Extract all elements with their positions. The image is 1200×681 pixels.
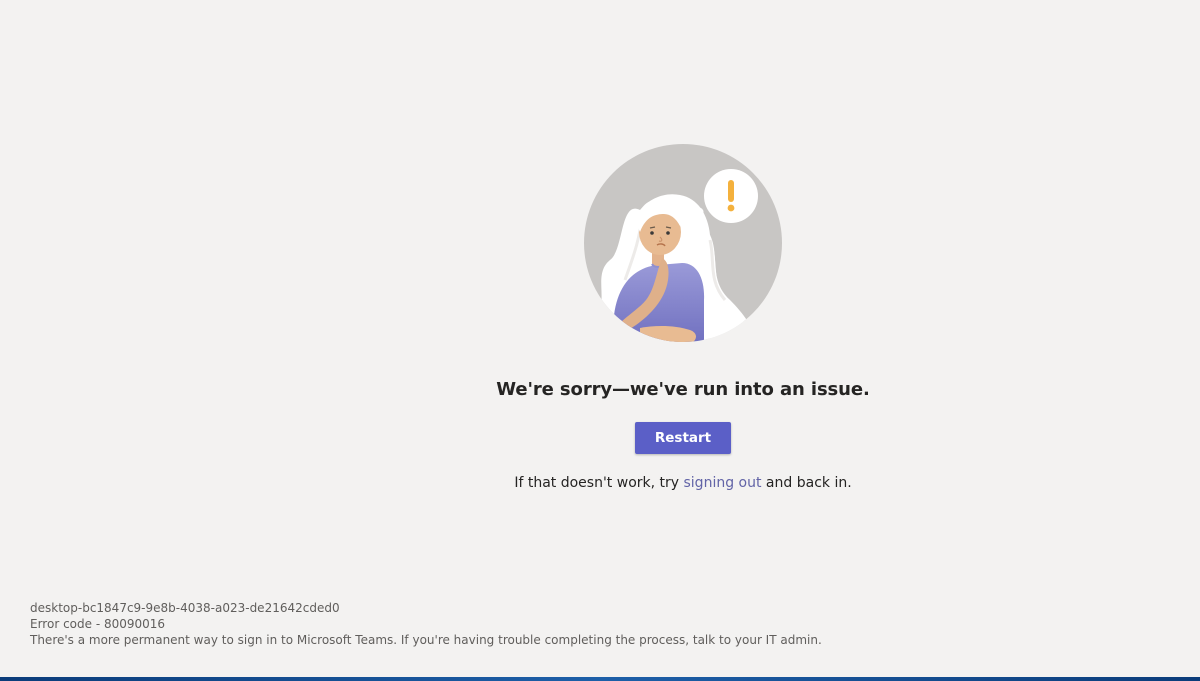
restart-button[interactable]: Restart <box>635 422 731 454</box>
error-page: We're sorry—we've run into an issue. Res… <box>0 0 1200 681</box>
sign-in-info: There's a more permanent way to sign in … <box>30 633 822 647</box>
diagnostic-footer: desktop-bc1847c9-9e8b-4038-a023-de21642c… <box>30 600 822 648</box>
sign-out-link[interactable]: signing out <box>684 475 762 491</box>
error-code: Error code - 80090016 <box>30 617 166 631</box>
confused-woman-illustration <box>584 144 782 342</box>
exclamation-icon <box>727 180 735 212</box>
retry-hint: If that doesn't work, try signing out an… <box>0 475 1200 491</box>
error-title: We're sorry—we've run into an issue. <box>496 379 870 400</box>
hint-text-before: If that doesn't work, try <box>514 475 684 491</box>
hint-text-after: and back in. <box>761 475 852 491</box>
session-id: desktop-bc1847c9-9e8b-4038-a023-de21642c… <box>30 601 340 615</box>
taskbar-edge <box>0 677 1200 681</box>
